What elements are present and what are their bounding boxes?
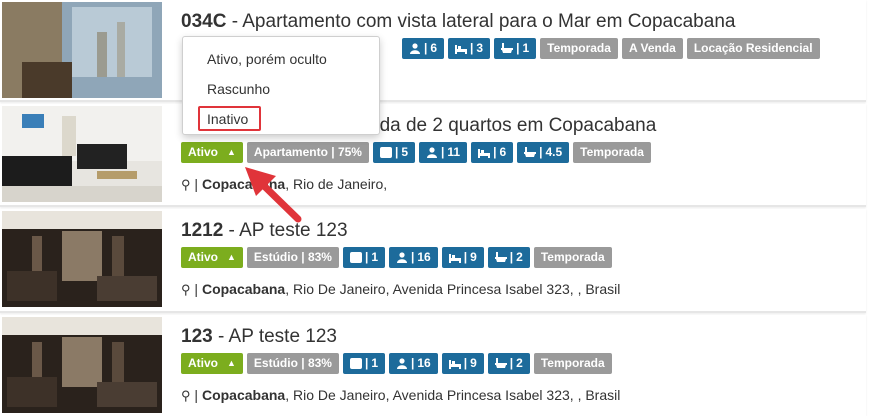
listing-photo[interactable] [2, 106, 162, 202]
caret-up-icon: ▲ [227, 358, 236, 368]
caret-up-icon: ▲ [227, 252, 236, 262]
listing-photo[interactable] [2, 211, 162, 307]
listing-title[interactable]: 1212 - AP teste 123 [181, 220, 348, 242]
rooms-badge: | 1 [342, 353, 386, 374]
door-icon [349, 252, 362, 263]
listing-card: 1212 - AP teste 123 Ativo ▲ Estúdio | 83%… [0, 209, 866, 313]
listing-name: - Apartamento com vista lateral para o M… [226, 11, 736, 32]
listing-badges: | 6 | 3 | 1 Temporada A Venda Locação Resid… [402, 38, 820, 59]
dropdown-item-ativo-oculto[interactable]: Ativo, porém oculto [207, 51, 327, 67]
beds-badge: | 6 [471, 142, 514, 163]
tag-badge: Temporada [573, 142, 651, 163]
bed-icon [448, 252, 461, 263]
beds-badge: | 9 [441, 247, 484, 268]
bed-icon [478, 147, 491, 158]
status-dropdown-button[interactable]: Ativo ▲ [181, 142, 243, 163]
listing-card: 123 - AP teste 123 Ativo ▲ Estúdio | 83% … [0, 315, 866, 416]
baths-badge: | 2 [487, 247, 530, 268]
listing-location: ⚲ | Copacabana, Rio De Janeiro, Avenida … [181, 387, 621, 403]
listing-name: ada de 2 quartos em Copacabana [369, 115, 657, 136]
listing-title[interactable]: ada de 2 quartos em Copacabana [369, 115, 656, 137]
bath-icon [501, 43, 514, 54]
tag-badge: Locação Residencial [686, 38, 820, 59]
rooms-badge: | 1 [342, 247, 386, 268]
baths-badge: | 2 [487, 353, 530, 374]
listing-card: ada de 2 quartos em Copacabana Ativo ▲ Ap… [0, 104, 866, 207]
listing-badges: Ativo ▲ Estúdio | 83% | 1 | 16 | 9 | 2 Tempor… [181, 353, 612, 374]
door-icon [379, 147, 392, 158]
type-badge: Estúdio | 83% [246, 247, 339, 268]
dropdown-item-rascunho[interactable]: Rascunho [207, 81, 270, 97]
user-icon [396, 358, 408, 369]
beds-badge: | 3 [448, 38, 491, 59]
map-marker-icon: ⚲ [181, 388, 191, 403]
listing-photo[interactable] [2, 2, 162, 98]
listing-name: - AP teste 123 [223, 220, 348, 241]
listing-code: 034C [181, 11, 227, 32]
beds-badge: | 9 [441, 353, 484, 374]
guests-badge: | 6 [402, 38, 445, 59]
bath-icon [494, 252, 507, 263]
caret-up-icon: ▲ [227, 147, 236, 157]
dropdown-item-inativo[interactable]: Inativo [207, 111, 248, 127]
bed-icon [448, 358, 461, 369]
listing-badges: Ativo ▲ Estúdio | 83% | 1 | 16 | 9 | 2 Tempor… [181, 247, 612, 268]
listing-card: 034C - Apartamento com vista lateral par… [0, 0, 866, 102]
listing-badges: Ativo ▲ Apartamento | 75% | 5 | 11 | 6 | 4.5 … [181, 142, 651, 163]
listing-code: 123 [181, 326, 213, 347]
listing-location: ⚲ | Copacabana, Rio de Janeiro, [181, 176, 388, 192]
user-icon [426, 147, 438, 158]
door-icon [349, 358, 362, 369]
type-badge: Estúdio | 83% [246, 353, 339, 374]
listing-code: 1212 [181, 220, 224, 241]
guests-badge: | 16 [389, 247, 438, 268]
tag-badge: Temporada [533, 247, 612, 268]
listing-name: - AP teste 123 [212, 326, 337, 347]
status-dropdown-button[interactable]: Ativo ▲ [181, 247, 243, 268]
bath-icon [494, 358, 507, 369]
map-marker-icon: ⚲ [181, 282, 191, 297]
type-badge: Apartamento | 75% [246, 142, 369, 163]
bed-icon [455, 43, 468, 54]
user-icon [409, 43, 421, 54]
status-dropdown-button[interactable]: Ativo ▲ [181, 353, 243, 374]
map-marker-icon: ⚲ [181, 177, 191, 192]
tag-badge: Temporada [533, 353, 612, 374]
baths-badge: | 4.5 [517, 142, 570, 163]
baths-badge: | 1 [494, 38, 537, 59]
bath-icon [524, 147, 537, 158]
tag-badge: A Venda [621, 38, 683, 59]
guests-badge: | 16 [389, 353, 438, 374]
guests-badge: | 11 [419, 142, 468, 163]
listing-location: ⚲ | Copacabana, Rio De Janeiro, Avenida … [181, 281, 621, 297]
listing-title[interactable]: 034C - Apartamento com vista lateral par… [181, 11, 735, 33]
status-dropdown-menu: Ativo, porém oculto Rascunho Inativo [182, 36, 380, 135]
tag-badge: Temporada [540, 38, 618, 59]
user-icon [396, 252, 408, 263]
rooms-badge: | 5 [372, 142, 416, 163]
listing-title[interactable]: 123 - AP teste 123 [181, 326, 337, 348]
listing-photo[interactable] [2, 317, 162, 413]
